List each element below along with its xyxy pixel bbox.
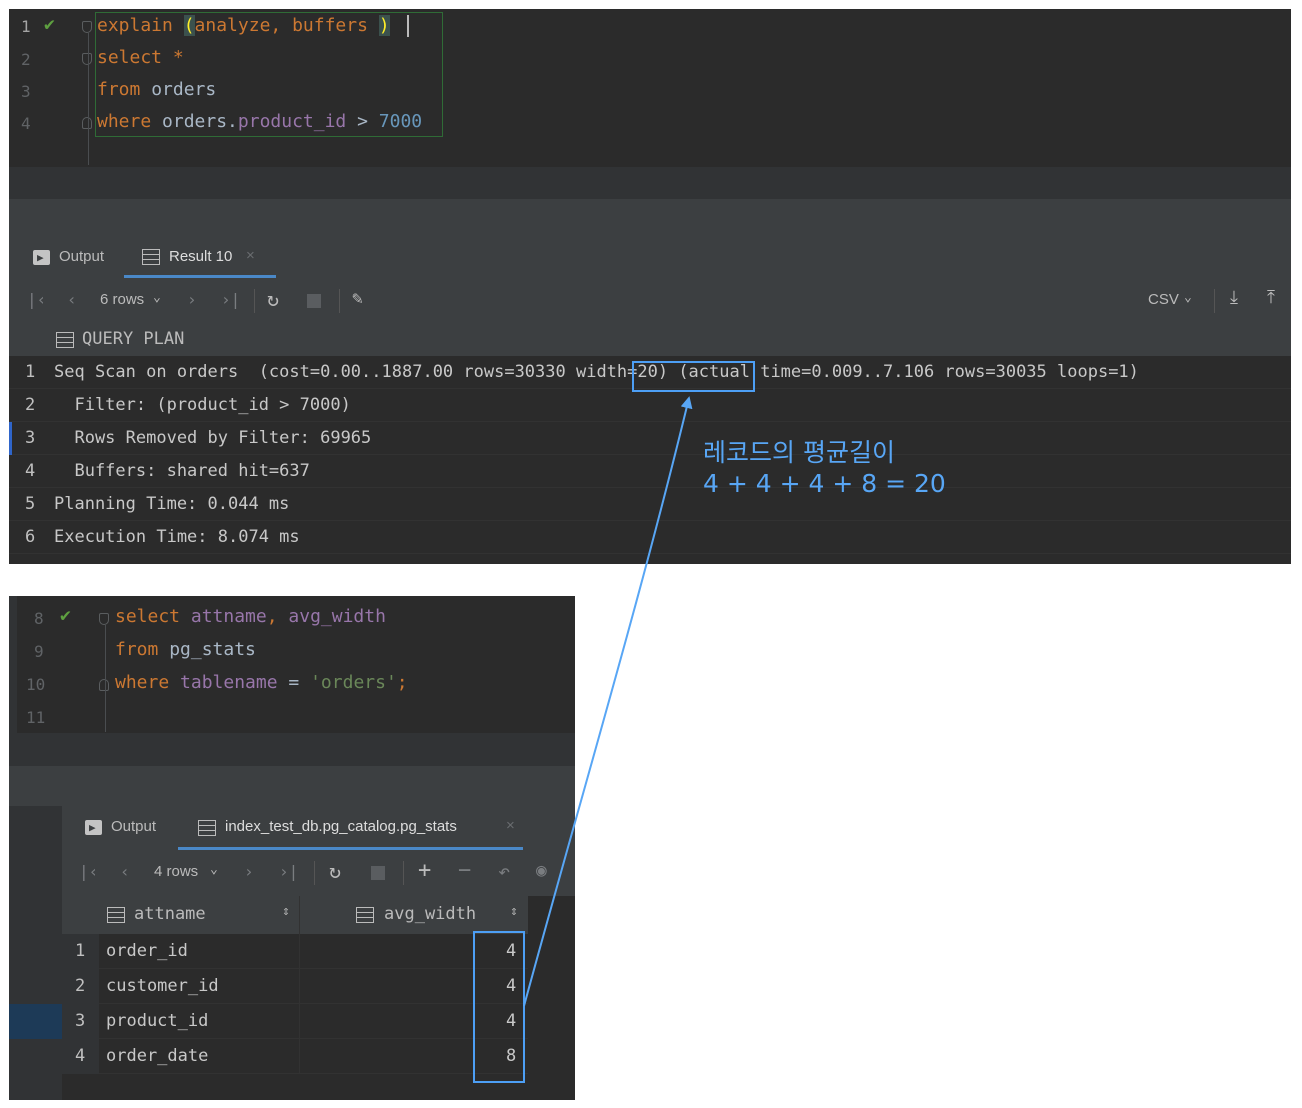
annotation-arrow [523, 396, 693, 1007]
